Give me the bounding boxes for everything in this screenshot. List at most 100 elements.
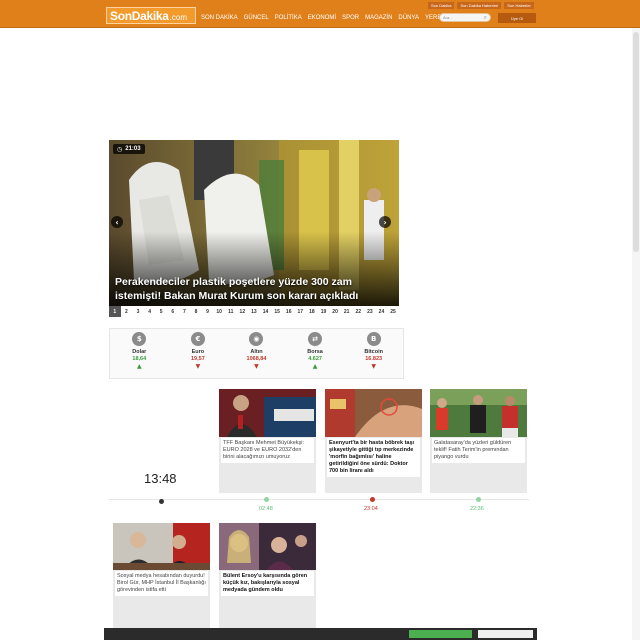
nav-item-spor[interactable]: SPOR [342,15,359,21]
trend-down-icon: ▼ [195,363,201,370]
slider-page-button[interactable]: 21 [341,306,353,317]
slider-page-button[interactable]: 10 [213,306,225,317]
slider-prev-button[interactable]: ‹ [111,216,123,228]
nav-item-ekonomi[interactable]: EKONOMİ [308,15,336,21]
bitcoin-icon: B [366,332,381,346]
dollar-icon: $ [132,332,147,346]
news-card[interactable]: TFF Başkanı Mehmet Büyükekşi: EURO 2028 … [219,389,316,493]
news-thumbnail [219,389,316,437]
search-placeholder: Ara... [443,15,453,20]
scrollbar-thumb[interactable] [633,32,639,252]
bottom-notification-bar [104,628,537,640]
slider-page-button[interactable]: 8 [190,306,202,317]
exchange-icon: ⇄ [308,332,323,346]
slide-headline[interactable]: Perakendeciler plastik poşetlere yüzde 3… [115,275,395,303]
slider-page-button[interactable]: 11 [225,306,237,317]
news-card[interactable]: Sosyal medya hesabından duyurdu! Birol G… [113,523,210,628]
quick-link-son-dakika[interactable]: Son Dakika [428,2,455,9]
market-item[interactable]: $ Dolar 18,64 ▲ [110,329,169,378]
market-name: Dolar [132,349,147,355]
market-item[interactable]: ⇄ Borsa 4.627 ▲ [286,329,345,378]
market-name: Euro [191,349,205,355]
headline-slider[interactable]: ◷ 21:03 ‹ › Perakendeciler plastik poşet… [109,140,399,306]
slider-page-button[interactable]: 1 [109,306,121,317]
market-name: Altın [250,349,263,355]
slider-page-button[interactable]: 9 [202,306,214,317]
trend-up-icon: ▲ [136,363,142,370]
news-thumbnail [113,523,210,570]
market-name: Borsa [307,349,323,355]
dismiss-button[interactable] [478,630,533,638]
news-caption: Galatasaray'da yüzleri güldüren teklif! … [432,438,525,463]
card-time: 02:48 [259,506,273,512]
top-header: SonDakika .com SON DAKİKA GÜNCEL POLİTİK… [0,0,640,28]
news-card[interactable]: Galatasaray'da yüzleri güldüren teklif! … [430,389,527,493]
nav-item-politika[interactable]: POLİTİKA [275,15,302,21]
quick-link-son-dakika-haberleri[interactable]: Son Dakika Haberleri [457,2,502,9]
slider-page-button[interactable]: 15 [271,306,283,317]
market-name: Bitcoin [364,349,383,355]
timeline-line [109,499,529,500]
news-card[interactable]: Esenyurt'ta bir hasta böbrek taşı şikaye… [325,389,422,493]
trend-up-icon: ▲ [312,363,318,370]
slider-page-button[interactable]: 23 [364,306,376,317]
slider-page-button[interactable]: 22 [352,306,364,317]
slider-page-button[interactable]: 12 [237,306,249,317]
slider-page-button[interactable]: 16 [283,306,295,317]
logo-tld: .com [169,12,188,22]
timeline-dot [476,497,481,502]
news-card[interactable]: Bülent Ersoy'u karşısında gören küçük kı… [219,523,316,628]
search-icon[interactable]: ⌕ [484,14,487,22]
slider-page-button[interactable]: 20 [329,306,341,317]
member-button[interactable]: Üye Ol [498,13,536,23]
clock-icon: ◷ [117,145,123,153]
trend-down-icon: ▼ [371,363,376,370]
slider-page-button[interactable]: 4 [144,306,156,317]
slider-page-button[interactable]: 5 [155,306,167,317]
market-value: 1068,84 [246,356,267,362]
slider-page-button[interactable]: 25 [387,306,399,317]
gold-icon: ◉ [249,332,264,346]
market-value: 19,57 [191,356,205,362]
accept-button[interactable] [409,630,472,638]
nav-item-son-dakika[interactable]: SON DAKİKA [201,15,238,21]
search-input[interactable]: Ara... ⌕ [439,13,491,22]
slide-time-text: 21:03 [125,146,141,152]
slider-page-button[interactable]: 14 [260,306,272,317]
news-thumbnail [219,523,316,570]
market-item[interactable]: B Bitcoin 16.823 ▼ [344,329,403,378]
slider-page-button[interactable]: 13 [248,306,260,317]
slider-pagination: 1 2 3 4 5 6 7 8 9 10 11 12 13 14 15 16 17 18 19 20 21 22 23 24 2… [109,306,399,317]
card-time: 22:36 [470,506,484,512]
slider-page-button[interactable]: 7 [179,306,191,317]
market-item[interactable]: € Euro 19,57 ▼ [169,329,228,378]
quick-links: Son Dakika Son Dakika Haberleri Son Habe… [428,2,534,9]
slider-page-button[interactable]: 24 [376,306,388,317]
slider-page-button[interactable]: 17 [295,306,307,317]
quick-link-son-haberler[interactable]: Son Haberler [504,2,534,9]
main-nav: SON DAKİKA GÜNCEL POLİTİKA EKONOMİ SPOR … [201,15,445,21]
slider-next-button[interactable]: › [379,216,391,228]
slider-page-button[interactable]: 3 [132,306,144,317]
news-caption: Bülent Ersoy'u karşısında gören küçük kı… [221,571,314,596]
news-caption: TFF Başkanı Mehmet Büyükekşi: EURO 2028 … [221,438,314,463]
timeline-dot-current [159,499,164,504]
market-value: 4.627 [308,356,322,362]
timeline-dot [370,497,375,502]
site-logo[interactable]: SonDakika .com [106,7,196,24]
live-clock: 13:48 [144,471,177,486]
news-caption: Esenyurt'ta bir hasta böbrek taşı şikaye… [327,438,420,477]
nav-item-magazin[interactable]: MAGAZİN [365,15,392,21]
news-caption: Sosyal medya hesabından duyurdu! Birol G… [115,571,208,596]
nav-item-dunya[interactable]: DÜNYA [398,15,419,21]
market-item[interactable]: ◉ Altın 1068,84 ▼ [227,329,286,378]
slider-page-button[interactable]: 6 [167,306,179,317]
slider-page-button[interactable]: 2 [121,306,133,317]
slider-page-button[interactable]: 19 [318,306,330,317]
nav-item-guncel[interactable]: GÜNCEL [244,15,269,21]
market-value: 16.823 [365,356,383,362]
slide-timestamp: ◷ 21:03 [113,144,145,154]
card-time: 23:04 [364,506,378,512]
slider-page-button[interactable]: 18 [306,306,318,317]
news-thumbnail [325,389,422,437]
